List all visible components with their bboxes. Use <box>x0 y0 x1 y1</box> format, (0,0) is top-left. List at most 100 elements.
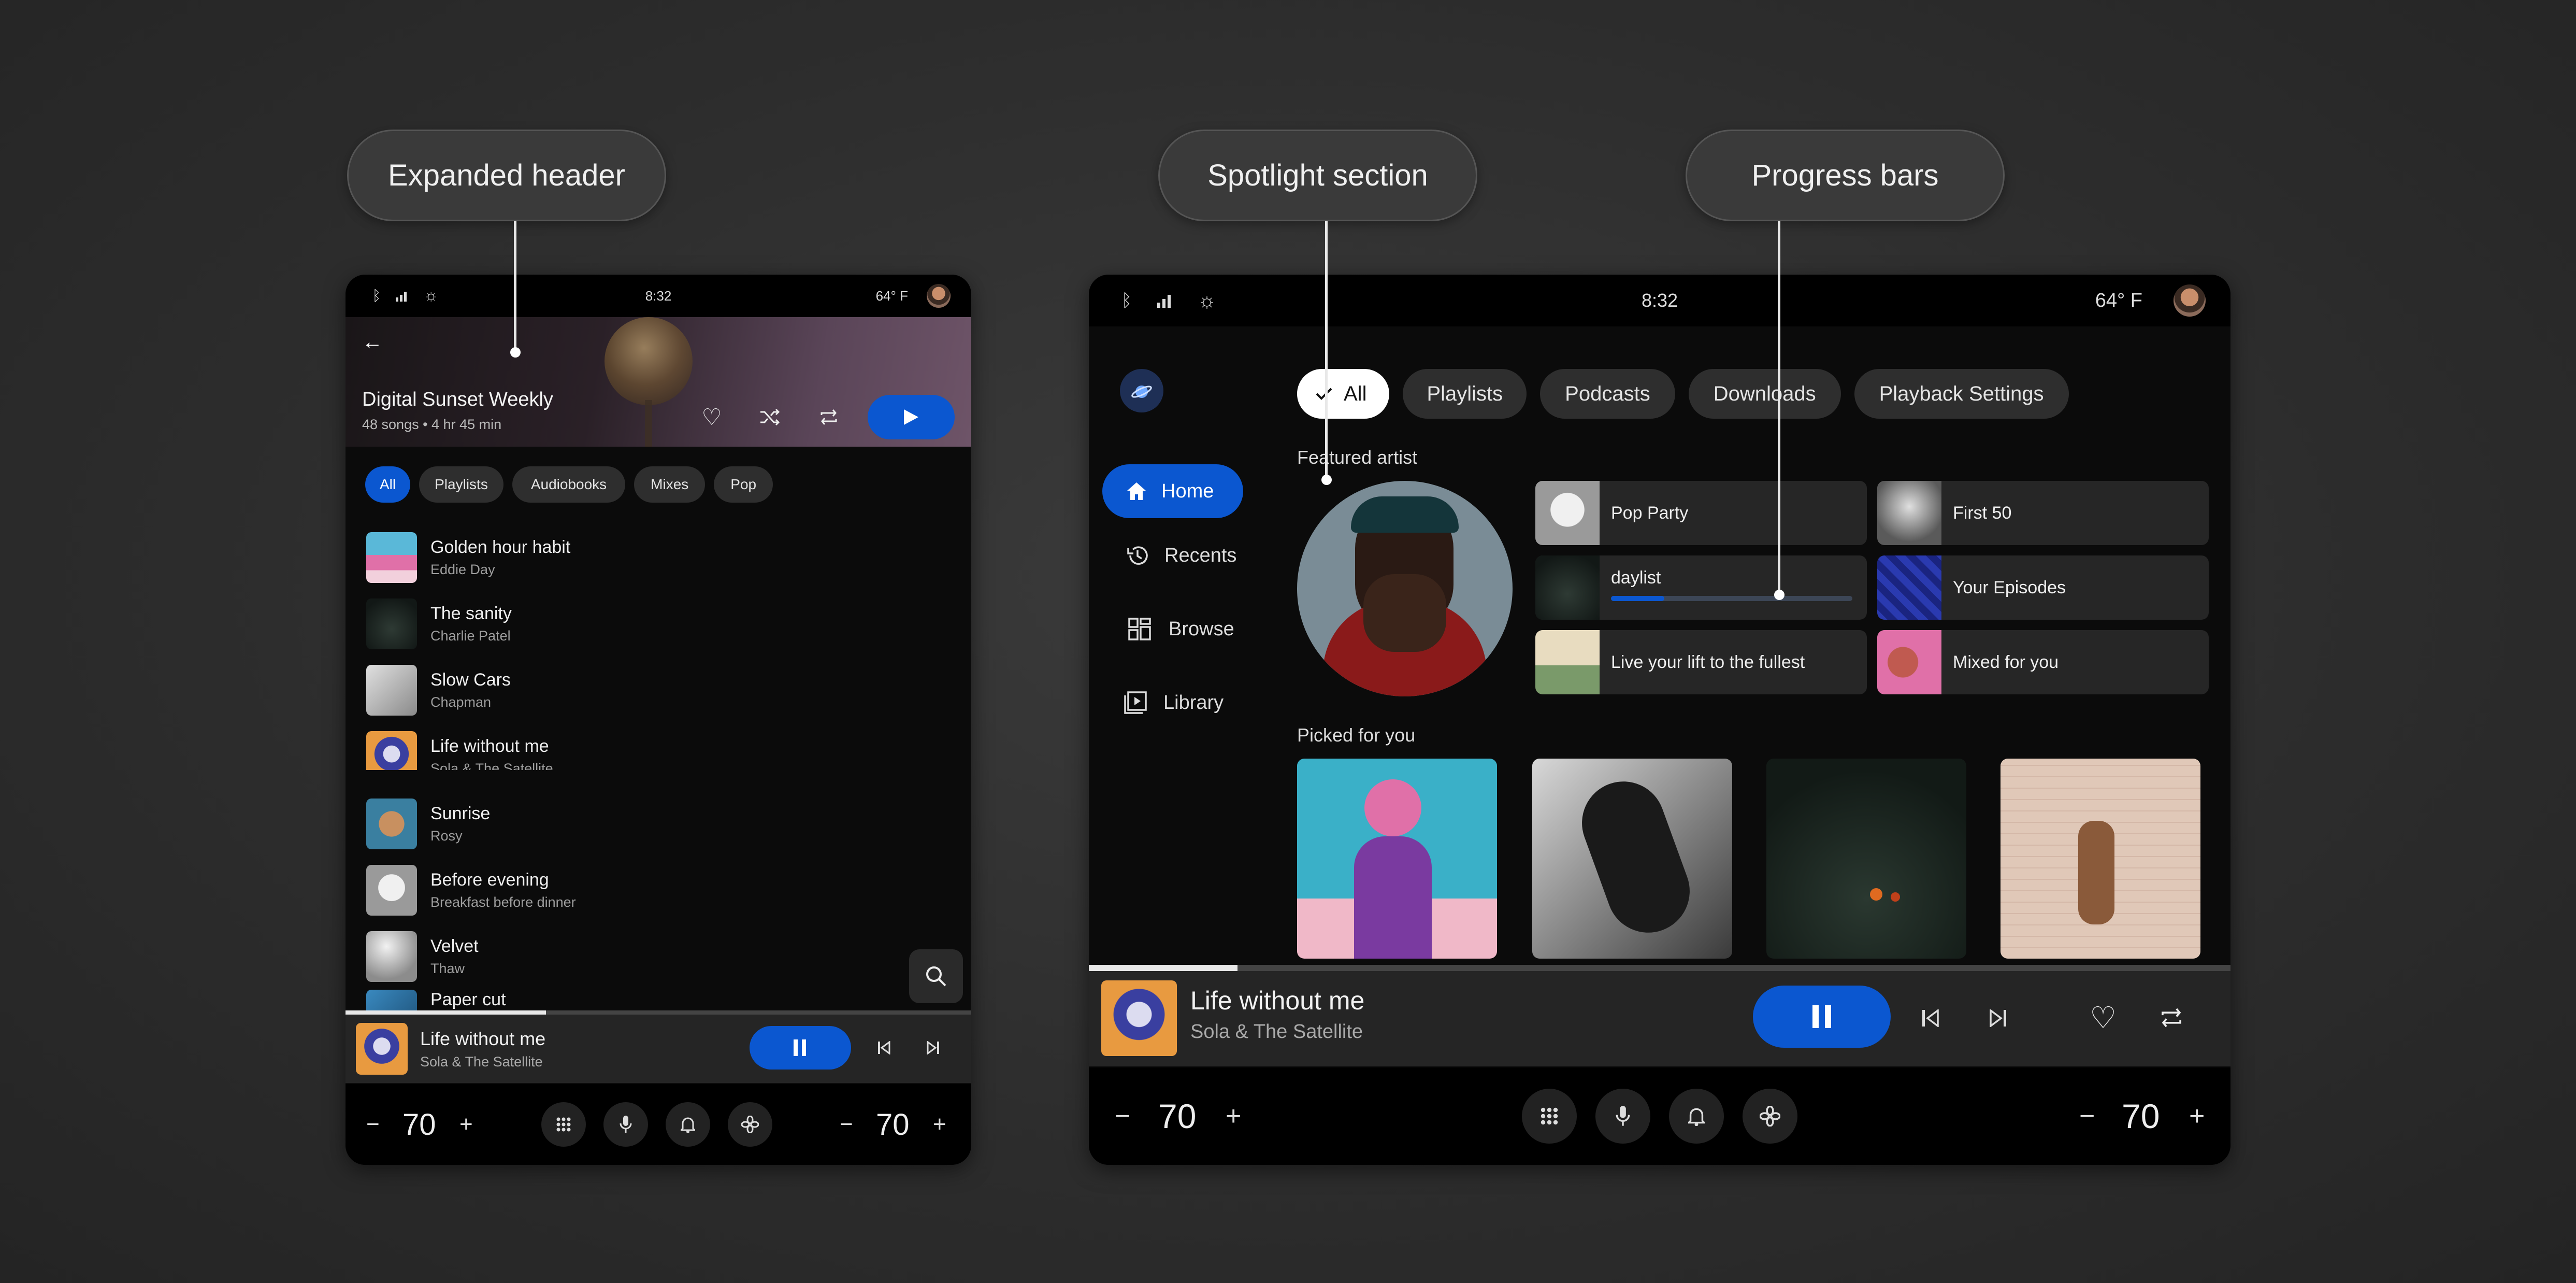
passenger-temperature: 70 <box>2122 1097 2160 1135</box>
callout-leader-line <box>1778 221 1780 595</box>
chip-pop[interactable]: Pop <box>714 466 773 503</box>
temperature: 64° F <box>2095 289 2142 311</box>
callout-anchor-dot <box>510 347 521 358</box>
track-artist: Thaw <box>430 961 465 976</box>
chip-downloads[interactable]: Downloads <box>1688 369 1841 419</box>
picked-tile[interactable] <box>1297 759 1497 959</box>
avatar[interactable] <box>927 284 951 308</box>
now-playing-bar[interactable]: Life without me Sola & The Satellite ♡ <box>1089 965 2230 1066</box>
apps-grid-icon[interactable] <box>1522 1089 1577 1144</box>
now-playing-bar[interactable]: Life without me Sola & The Satellite <box>346 1010 971 1083</box>
track-row[interactable]: Golden hour habit Eddie Day <box>366 524 570 591</box>
temp-increase-button[interactable]: + <box>933 1111 946 1137</box>
back-arrow-icon[interactable]: ← <box>357 326 388 358</box>
expanded-header-callout: Expanded header <box>347 130 666 221</box>
temp-decrease-button[interactable]: − <box>366 1111 380 1137</box>
repeat-icon[interactable] <box>811 399 847 435</box>
card-title: First 50 <box>1953 503 2012 523</box>
previous-icon[interactable] <box>870 1033 899 1062</box>
picked-tile[interactable] <box>1532 759 1732 959</box>
temp-decrease-button[interactable]: − <box>2079 1101 2095 1132</box>
avatar[interactable] <box>2174 284 2206 317</box>
chip-podcasts[interactable]: Podcasts <box>1540 369 1675 419</box>
home-icon <box>1127 482 1146 500</box>
featured-artist-label: Featured artist <box>1297 447 1418 468</box>
chip-audiobooks[interactable]: Audiobooks <box>512 466 626 503</box>
card-your-episodes[interactable]: Your Episodes <box>1877 555 2209 620</box>
track-row[interactable]: Velvet Thaw <box>366 923 479 990</box>
album-art <box>366 665 417 716</box>
notification-bell-icon[interactable] <box>1669 1089 1724 1144</box>
heart-icon[interactable]: ♡ <box>694 399 730 435</box>
fan-icon[interactable] <box>1743 1089 1797 1144</box>
card-title: daylist <box>1611 568 1661 588</box>
track-row[interactable]: Life without me Sola & The Satellite <box>366 723 553 770</box>
temp-increase-button[interactable]: + <box>2189 1101 2205 1132</box>
driver-temperature: 70 <box>1158 1097 1197 1135</box>
microphone-artwork <box>605 317 693 405</box>
chip-playlists[interactable]: Playlists <box>419 466 503 503</box>
album-art <box>366 731 417 770</box>
nav-browse[interactable]: Browse <box>1128 602 1234 656</box>
repeat-icon[interactable] <box>2152 998 2191 1037</box>
picked-tile[interactable] <box>2001 759 2200 959</box>
card-live-your-lift[interactable]: Live your lift to the fullest <box>1535 630 1867 694</box>
card-art <box>1877 630 1941 694</box>
pause-button[interactable] <box>750 1026 851 1070</box>
nav-home[interactable]: Home <box>1102 464 1243 518</box>
picked-for-you-label: Picked for you <box>1297 724 1416 746</box>
play-button[interactable] <box>868 395 955 439</box>
heart-icon[interactable]: ♡ <box>2083 998 2123 1037</box>
track-row[interactable]: Before evening Breakfast before dinner <box>366 857 576 923</box>
track-row[interactable]: The sanity Charlie Patel <box>366 591 512 657</box>
fan-icon[interactable] <box>728 1102 772 1147</box>
callout-text: Expanded header <box>388 159 625 192</box>
temp-increase-button[interactable]: + <box>1226 1101 1241 1132</box>
track-title: Before evening <box>430 870 549 890</box>
temp-increase-button[interactable]: + <box>459 1111 473 1137</box>
chip-mixes[interactable]: Mixes <box>634 466 706 503</box>
microphone-icon[interactable] <box>1595 1089 1650 1144</box>
card-daylist[interactable]: daylist <box>1535 555 1867 620</box>
card-art <box>1877 555 1941 620</box>
filter-chips: All Playlists Audiobooks Mixes Pop <box>365 466 773 503</box>
track-row[interactable]: Sunrise Rosy <box>366 791 490 857</box>
chip-all[interactable]: All <box>365 466 411 503</box>
shuffle-icon[interactable] <box>752 399 788 435</box>
app-logo <box>1120 369 1163 412</box>
card-pop-party[interactable]: Pop Party <box>1535 481 1867 545</box>
callout-leader-line <box>1325 221 1328 480</box>
temp-decrease-button[interactable]: − <box>840 1111 853 1137</box>
apps-grid-icon[interactable] <box>541 1102 586 1147</box>
track-row[interactable]: Slow Cars Chapman <box>366 657 511 723</box>
passenger-temperature: 70 <box>876 1107 910 1142</box>
temp-decrease-button[interactable]: − <box>1115 1101 1130 1132</box>
previous-icon[interactable] <box>1912 1000 1949 1036</box>
track-title: The sanity <box>430 604 512 623</box>
chip-playback-settings[interactable]: Playback Settings <box>1854 369 2069 419</box>
track-list: Golden hour habit Eddie Day The sanity Cha… <box>366 524 952 770</box>
track-list-continued: Sunrise Rosy Before evening Breakfast befo… <box>366 791 952 1024</box>
card-art <box>1535 555 1600 620</box>
pause-button[interactable] <box>1753 986 1891 1048</box>
clock: 8:32 <box>1641 290 1678 311</box>
card-first-50[interactable]: First 50 <box>1877 481 2209 545</box>
search-fab[interactable] <box>909 949 963 1003</box>
next-icon[interactable] <box>1980 1000 2016 1036</box>
nav-recents[interactable]: Recents <box>1126 529 1236 582</box>
portrait-device: ᛒ ☼ 8:32 64° F ← Digital Sunset Weekly 4… <box>346 275 971 1165</box>
chip-playlists[interactable]: Playlists <box>1403 369 1527 419</box>
nav-library[interactable]: Library <box>1123 676 1224 730</box>
picked-tile[interactable] <box>1766 759 1966 959</box>
now-playing-art <box>356 1023 408 1075</box>
status-bar: ᛒ ☼ 8:32 64° F <box>1089 275 2230 326</box>
next-icon[interactable] <box>918 1033 947 1062</box>
microphone-icon[interactable] <box>603 1102 648 1147</box>
now-playing-artist: Sola & The Satellite <box>420 1054 543 1070</box>
callout-text: Spotlight section <box>1207 159 1428 192</box>
chip-all[interactable]: All <box>1297 369 1390 419</box>
nav-label: Home <box>1161 480 1214 502</box>
notification-bell-icon[interactable] <box>666 1102 710 1147</box>
featured-artist-image[interactable] <box>1297 481 1513 696</box>
card-mixed-for-you[interactable]: Mixed for you <box>1877 630 2209 694</box>
